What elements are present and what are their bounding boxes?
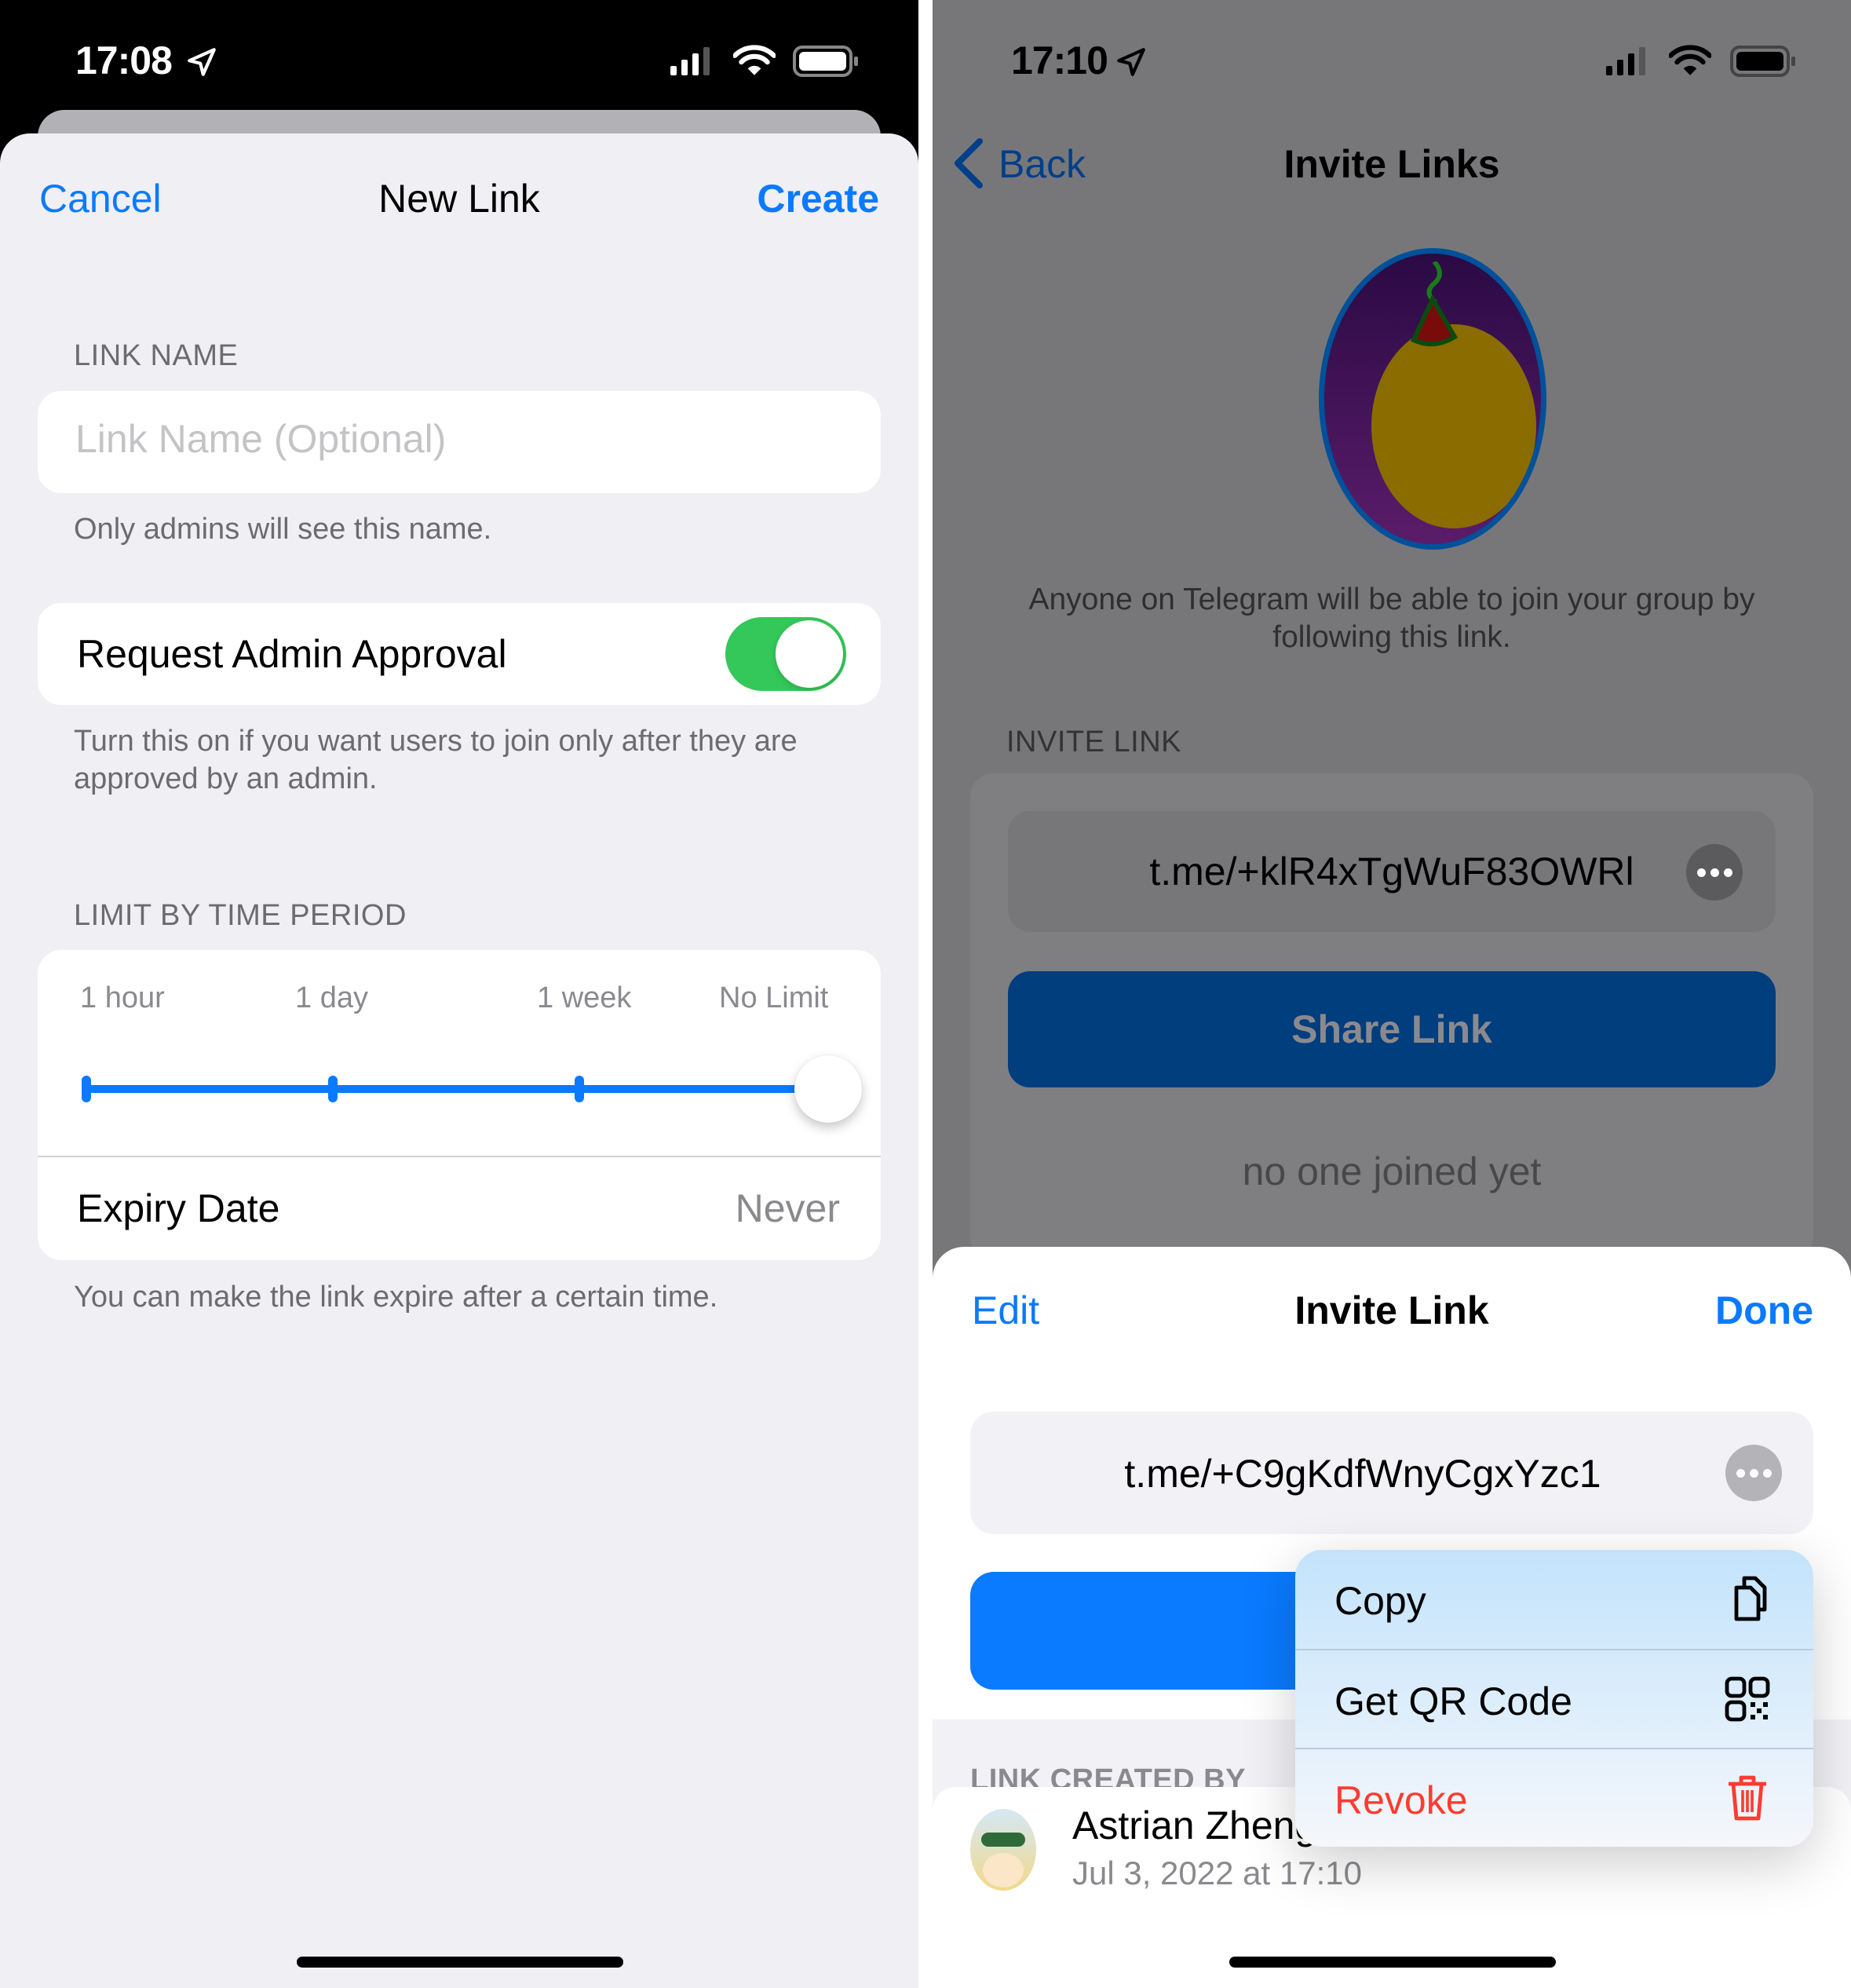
sheet-link-field[interactable]: t.me/+C9gKdfWnyCgxYzc1 bbox=[970, 1412, 1813, 1534]
face bbox=[983, 1853, 1024, 1888]
page-title: New Link bbox=[378, 177, 540, 221]
menu-item-label: Get QR Code bbox=[1334, 1679, 1572, 1723]
chevron-left-icon bbox=[955, 138, 983, 188]
creator-avatar bbox=[970, 1809, 1036, 1891]
location-arrow-icon bbox=[1117, 48, 1145, 76]
link-name-help: Only admins will see this name. bbox=[74, 513, 492, 546]
admin-approval-toggle[interactable] bbox=[725, 617, 846, 691]
more-options-icon[interactable] bbox=[1686, 844, 1743, 901]
creator-name: Astrian Zheng bbox=[1072, 1803, 1317, 1847]
battery-icon bbox=[1730, 46, 1795, 77]
status-bar: 17:10 bbox=[933, 0, 1851, 118]
battery-icon bbox=[793, 46, 858, 77]
party-hat-icon bbox=[1411, 261, 1458, 347]
admin-approval-help: Turn this on if you want users to join o… bbox=[74, 725, 798, 795]
menu-item-copy[interactable]: Copy bbox=[1295, 1550, 1813, 1649]
share-link-button[interactable]: Share Link bbox=[1008, 971, 1776, 1087]
toggle-knob bbox=[776, 620, 843, 688]
slider-thumb[interactable] bbox=[794, 1055, 862, 1123]
status-bar: 17:08 bbox=[0, 0, 918, 118]
admin-approval-label: Request Admin Approval bbox=[77, 632, 507, 676]
invite-description: Anyone on Telegram will be able to join … bbox=[1028, 583, 1755, 654]
wifi-icon bbox=[1669, 45, 1711, 75]
create-button[interactable]: Create bbox=[757, 176, 879, 221]
home-indicator bbox=[297, 1957, 623, 1968]
invite-link-url: t.me/+klR4xTgWuF83OWRl bbox=[1149, 850, 1634, 894]
menu-item-label: Revoke bbox=[1334, 1778, 1468, 1822]
invite-link-section-label: INVITE LINK bbox=[1006, 725, 1181, 758]
tick-label-1-week[interactable]: 1 week bbox=[537, 981, 631, 1015]
status-time: 17:08 bbox=[75, 38, 173, 82]
sunglasses bbox=[981, 1833, 1025, 1847]
status-time: 17:10 bbox=[1011, 38, 1108, 82]
tick-label-1-day[interactable]: 1 day bbox=[295, 981, 368, 1015]
back-label: Back bbox=[999, 142, 1086, 186]
time-limit-card: 1 hour 1 day 1 week No Limit Expiry Date… bbox=[38, 950, 881, 1260]
creator-date: Jul 3, 2022 at 17:10 bbox=[1072, 1855, 1362, 1891]
slider-tick bbox=[575, 1076, 584, 1102]
sheet-link-url: t.me/+C9gKdfWnyCgxYzc1 bbox=[1124, 1452, 1601, 1496]
cellular-signal-icon bbox=[1606, 47, 1645, 75]
expiry-date-label: Expiry Date bbox=[77, 1186, 280, 1230]
joined-status: no one joined yet bbox=[1242, 1149, 1542, 1193]
back-button[interactable]: Back bbox=[951, 133, 1108, 188]
more-options-icon[interactable] bbox=[1725, 1445, 1782, 1501]
sheet-title: Invite Link bbox=[1294, 1288, 1489, 1332]
group-avatar bbox=[1319, 248, 1546, 550]
new-link-sheet: Cancel New Link Create LINK NAME Link Na… bbox=[0, 133, 918, 1988]
invite-link-field[interactable]: t.me/+klR4xTgWuF83OWRl bbox=[1008, 811, 1776, 932]
link-name-section-label: LINK NAME bbox=[74, 339, 239, 372]
location-arrow-icon bbox=[188, 48, 216, 76]
slider-tick bbox=[328, 1076, 338, 1102]
wifi-icon bbox=[733, 45, 776, 75]
slider-track bbox=[85, 1085, 838, 1093]
edit-button[interactable]: Edit bbox=[972, 1288, 1039, 1333]
link-name-input[interactable]: Link Name (Optional) bbox=[38, 391, 881, 493]
page-title: Invite Links bbox=[1283, 142, 1500, 186]
invite-links-screen: 17:10 Back Invite Links Anyone on Telegr… bbox=[933, 0, 1851, 1988]
expiry-date-value: Never bbox=[735, 1186, 840, 1230]
cancel-button[interactable]: Cancel bbox=[39, 176, 162, 221]
qr-code-icon bbox=[1725, 1676, 1770, 1722]
invite-link-card: t.me/+klR4xTgWuF83OWRl Share Link no one… bbox=[970, 773, 1813, 1260]
trash-icon bbox=[1729, 1775, 1766, 1821]
tick-label-no-limit[interactable]: No Limit bbox=[719, 981, 828, 1015]
done-button[interactable]: Done bbox=[1715, 1288, 1813, 1333]
admin-approval-row: Request Admin Approval bbox=[38, 603, 881, 705]
context-menu: Copy Get QR Code Revoke bbox=[1295, 1550, 1813, 1847]
tick-label-1-hour[interactable]: 1 hour bbox=[80, 981, 165, 1015]
menu-item-label: Copy bbox=[1334, 1579, 1426, 1623]
time-limit-help: You can make the link expire after a cer… bbox=[74, 1281, 718, 1314]
invite-link-sheet: Edit Invite Link Done t.me/+C9gKdfWnyCgx… bbox=[933, 1247, 1851, 1988]
menu-item-revoke[interactable]: Revoke bbox=[1295, 1749, 1813, 1847]
time-limit-section-label: LIMIT BY TIME PERIOD bbox=[74, 899, 407, 932]
slider-tick bbox=[82, 1076, 91, 1102]
link-name-placeholder: Link Name (Optional) bbox=[75, 417, 447, 461]
row-divider bbox=[38, 1156, 881, 1157]
copy-icon bbox=[1734, 1576, 1767, 1621]
cellular-signal-icon bbox=[670, 47, 710, 75]
new-link-screen: 17:08 Cancel New Link Create LINK NAME L… bbox=[0, 0, 918, 1988]
home-indicator bbox=[1229, 1957, 1556, 1968]
duck-body bbox=[1371, 324, 1536, 528]
menu-item-get-qr-code[interactable]: Get QR Code bbox=[1295, 1650, 1813, 1749]
